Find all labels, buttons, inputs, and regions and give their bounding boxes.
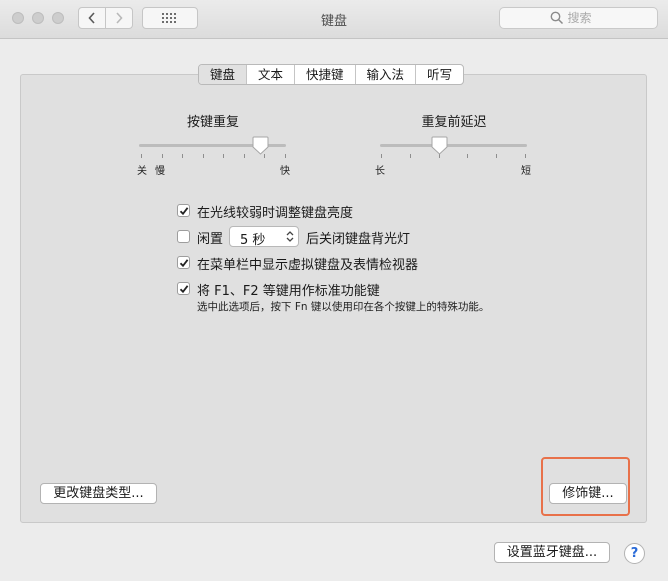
checkmark-icon bbox=[179, 206, 188, 215]
idle-prefix-label: 闲置 bbox=[197, 232, 224, 247]
adjust-brightness-label: 在光线较弱时调整键盘亮度 bbox=[197, 206, 354, 221]
adjust-brightness-checkbox[interactable] bbox=[177, 204, 190, 217]
idle-backlight-checkbox[interactable] bbox=[177, 230, 190, 243]
stepper-arrows-icon bbox=[286, 231, 294, 242]
help-icon: ? bbox=[630, 546, 639, 561]
delay-title: 重复前延迟 bbox=[421, 115, 487, 130]
delay-label-short: 短 bbox=[521, 166, 531, 177]
title-bar: 键盘 bbox=[0, 0, 668, 39]
key-repeat-tick bbox=[182, 154, 183, 158]
key-repeat-knob[interactable] bbox=[252, 136, 269, 155]
delay-knob[interactable] bbox=[431, 136, 448, 155]
key-repeat-tick bbox=[203, 154, 204, 158]
tab-bar: 键盘 文本 快捷键 输入法 听写 bbox=[198, 64, 465, 85]
checkmark-icon bbox=[179, 258, 188, 267]
key-repeat-tick bbox=[244, 154, 245, 158]
search-input[interactable] bbox=[567, 11, 608, 25]
show-viewer-label: 在菜单栏中显示虚拟键盘及表情检视器 bbox=[197, 258, 419, 273]
help-button[interactable]: ? bbox=[624, 543, 645, 564]
show-viewer-checkbox[interactable] bbox=[177, 256, 190, 269]
key-repeat-tick bbox=[223, 154, 224, 158]
delay-tick bbox=[525, 154, 526, 158]
key-repeat-title: 按键重复 bbox=[186, 115, 239, 130]
fn-keys-label: 将 F1、F2 等键用作标准功能键 bbox=[197, 284, 380, 299]
modifier-keys-button[interactable]: 修饰键... bbox=[549, 483, 627, 504]
setup-bluetooth-keyboard-button[interactable]: 设置蓝牙键盘... bbox=[494, 542, 610, 563]
key-repeat-label-off: 关 bbox=[137, 166, 147, 177]
idle-duration-value: 5 秒 bbox=[240, 233, 266, 248]
delay-tick bbox=[381, 154, 382, 158]
search-field[interactable] bbox=[499, 7, 658, 29]
fn-keys-checkbox[interactable] bbox=[177, 282, 190, 295]
key-repeat-tick bbox=[162, 154, 163, 158]
checkmark-icon bbox=[179, 284, 188, 293]
idle-suffix-label: 后关闭键盘背光灯 bbox=[306, 232, 411, 247]
idle-duration-popup[interactable]: 5 秒 bbox=[229, 226, 299, 248]
key-repeat-label-fast: 快 bbox=[280, 166, 290, 177]
fn-keys-note: 选中此选项后，按下 Fn 键以使用印在各个按键上的特殊功能。 bbox=[197, 301, 490, 313]
tab-text[interactable]: 文本 bbox=[246, 65, 294, 84]
key-repeat-label-slow: 慢 bbox=[155, 166, 165, 177]
tab-shortcuts[interactable]: 快捷键 bbox=[294, 65, 355, 84]
delay-tick bbox=[410, 154, 411, 158]
key-repeat-tick bbox=[141, 154, 142, 158]
tab-input-sources[interactable]: 输入法 bbox=[354, 65, 416, 84]
delay-tick bbox=[496, 154, 497, 158]
search-icon bbox=[550, 11, 563, 25]
delay-tick bbox=[467, 154, 468, 158]
key-repeat-tick bbox=[285, 154, 286, 158]
delay-slider[interactable] bbox=[380, 144, 527, 147]
delay-label-long: 长 bbox=[375, 166, 385, 177]
tab-dictation[interactable]: 听写 bbox=[415, 65, 463, 84]
change-keyboard-type-button[interactable]: 更改键盘类型... bbox=[40, 483, 157, 504]
tab-keyboard[interactable]: 键盘 bbox=[199, 65, 247, 84]
